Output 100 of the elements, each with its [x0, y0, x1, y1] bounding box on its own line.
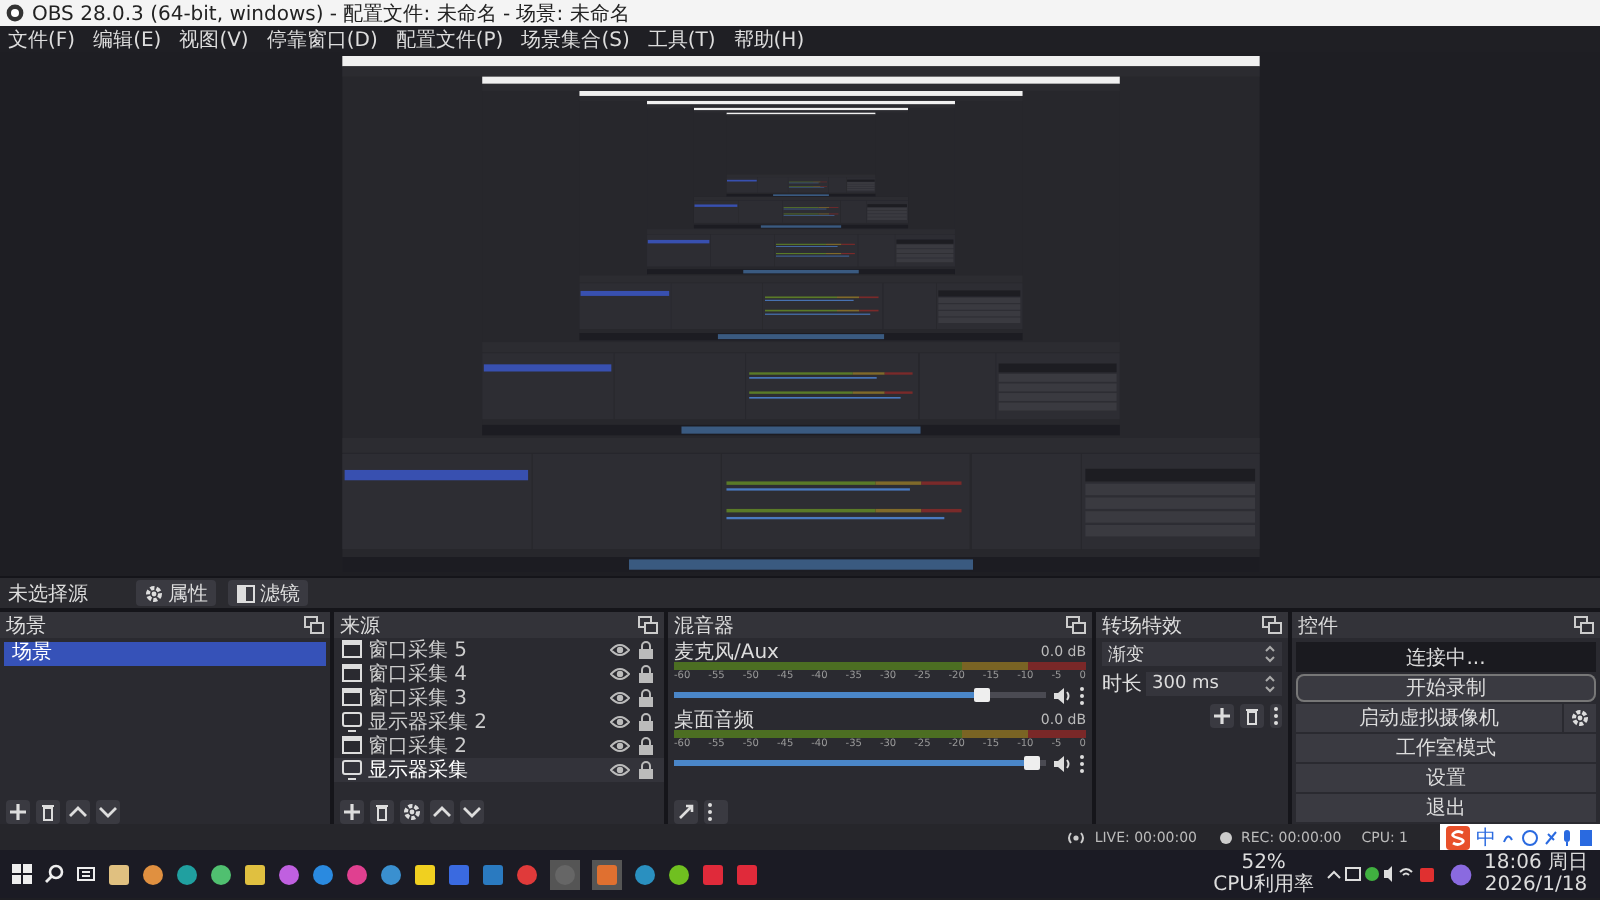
up-icon[interactable]: [66, 799, 90, 823]
trash-icon[interactable]: [1240, 704, 1264, 728]
speaker-icon[interactable]: [1052, 753, 1072, 773]
volume-slider[interactable]: [674, 760, 1046, 766]
app-icon[interactable]: [244, 863, 266, 885]
settings-button[interactable]: [1564, 704, 1596, 732]
lock-icon[interactable]: [636, 688, 656, 708]
down-icon[interactable]: [460, 799, 484, 823]
avatar-icon[interactable]: [1450, 863, 1472, 885]
source-item[interactable]: 窗口采集 3: [334, 686, 664, 710]
source-item[interactable]: 窗口采集 2: [334, 734, 664, 758]
eye-icon[interactable]: [610, 712, 630, 732]
trash-icon[interactable]: [370, 799, 394, 823]
add-icon[interactable]: [1210, 704, 1234, 728]
menu-item[interactable]: 配置文件(P): [395, 25, 504, 53]
app-icon[interactable]: [668, 863, 690, 885]
lock-icon[interactable]: [636, 664, 656, 684]
dock-title: 转场特效: [1102, 613, 1182, 639]
up-icon[interactable]: [430, 799, 454, 823]
control-button[interactable]: 工作室模式: [1296, 734, 1596, 762]
filter-icon: [236, 583, 256, 603]
trash-icon[interactable]: [36, 799, 60, 823]
undock-icon[interactable]: [638, 616, 658, 634]
menu-item[interactable]: 停靠窗口(D): [266, 25, 378, 53]
record-button[interactable]: 开始录制: [1296, 674, 1596, 702]
app-icon[interactable]: [414, 863, 436, 885]
search-icon[interactable]: [44, 864, 64, 884]
gear-icon: [1570, 708, 1590, 728]
slider-thumb[interactable]: [1023, 756, 1040, 770]
app-icon[interactable]: [592, 859, 622, 889]
app-icon[interactable]: [176, 863, 198, 885]
source-label: 显示器采集 2: [368, 709, 490, 735]
eye-icon[interactable]: [610, 640, 630, 660]
clock-date[interactable]: 2026/1/18: [1484, 874, 1588, 896]
menu-item[interactable]: 工具(T): [647, 25, 716, 53]
app-icon[interactable]: [634, 863, 656, 885]
filters-button[interactable]: 滤镜: [228, 580, 308, 606]
source-item[interactable]: 窗口采集 4: [334, 662, 664, 686]
more-icon[interactable]: [1270, 704, 1282, 728]
source-label: 窗口采集 5: [368, 637, 470, 663]
window-title: OBS 28.0.3 (64-bit, windows) - 配置文件: 未命名 - 场景: 未命名: [32, 1, 630, 27]
undock-icon[interactable]: [1262, 616, 1282, 634]
undock-icon[interactable]: [1574, 616, 1594, 634]
control-button[interactable]: 设置: [1296, 764, 1596, 792]
duration-field[interactable]: 300 ms: [1146, 672, 1282, 696]
clock-time[interactable]: 18:06 周日: [1484, 852, 1588, 874]
source-item[interactable]: 窗口采集 5: [334, 638, 664, 662]
menu-item[interactable]: 帮助(H): [733, 25, 805, 53]
eye-icon[interactable]: [610, 688, 630, 708]
more-icon[interactable]: [1078, 753, 1086, 773]
app-icon[interactable]: [142, 863, 164, 885]
lock-icon[interactable]: [636, 640, 656, 660]
app-icon[interactable]: [278, 863, 300, 885]
add-icon[interactable]: [6, 799, 30, 823]
down-icon[interactable]: [96, 799, 120, 823]
app-icon[interactable]: [312, 863, 334, 885]
dock-title: 来源: [340, 613, 380, 639]
more-icon[interactable]: [1078, 685, 1086, 705]
menu-item[interactable]: 文件(F): [8, 25, 76, 53]
more-icon[interactable]: [704, 799, 728, 823]
eye-icon[interactable]: [610, 760, 630, 780]
app-icon[interactable]: [108, 863, 130, 885]
app-icon[interactable]: [380, 863, 402, 885]
volume-slider[interactable]: [674, 692, 1046, 698]
slider-thumb[interactable]: [974, 688, 991, 702]
spinner-icon: [1264, 674, 1276, 694]
virtual-camera-button[interactable]: 启动虚拟摄像机: [1296, 704, 1562, 732]
channel-name: 麦克风/Aux: [674, 639, 779, 665]
transition-select[interactable]: 渐变: [1102, 642, 1282, 666]
source-item[interactable]: 显示器采集: [334, 758, 664, 782]
speaker-icon[interactable]: [1052, 685, 1072, 705]
menu-item[interactable]: 编辑(E): [93, 25, 162, 53]
undock-icon[interactable]: [304, 616, 324, 634]
lock-icon[interactable]: [636, 712, 656, 732]
properties-button[interactable]: 属性: [136, 580, 216, 606]
settings-icon[interactable]: [400, 799, 424, 823]
cpu-percent: 52%: [1241, 852, 1286, 874]
ime-tools-icon[interactable]: [1502, 827, 1594, 847]
stream-button[interactable]: 连接中...: [1296, 642, 1596, 672]
eye-icon[interactable]: [610, 736, 630, 756]
task-view-icon[interactable]: [76, 864, 96, 884]
app-icon[interactable]: [210, 863, 232, 885]
dock-title: 场景: [6, 613, 46, 639]
undock-icon[interactable]: [1066, 616, 1086, 634]
ime-logo-icon[interactable]: [1446, 825, 1470, 849]
tray-icons[interactable]: [1326, 864, 1438, 884]
control-button[interactable]: 退出: [1296, 794, 1596, 822]
link-icon[interactable]: [674, 799, 698, 823]
add-icon[interactable]: [340, 799, 364, 823]
spinner-icon: [1264, 644, 1276, 664]
record-dot-icon: [1217, 829, 1234, 845]
menu-item[interactable]: 场景集合(S): [521, 25, 630, 53]
menu-item[interactable]: 视图(V): [179, 25, 249, 53]
lock-icon[interactable]: [636, 736, 656, 756]
lock-icon[interactable]: [636, 760, 656, 780]
eye-icon[interactable]: [610, 664, 630, 684]
start-icon[interactable]: [12, 864, 32, 884]
source-item[interactable]: 显示器采集 2: [334, 710, 664, 734]
input-mode[interactable]: 中: [1476, 823, 1496, 851]
scene-item[interactable]: 场景: [4, 642, 326, 666]
